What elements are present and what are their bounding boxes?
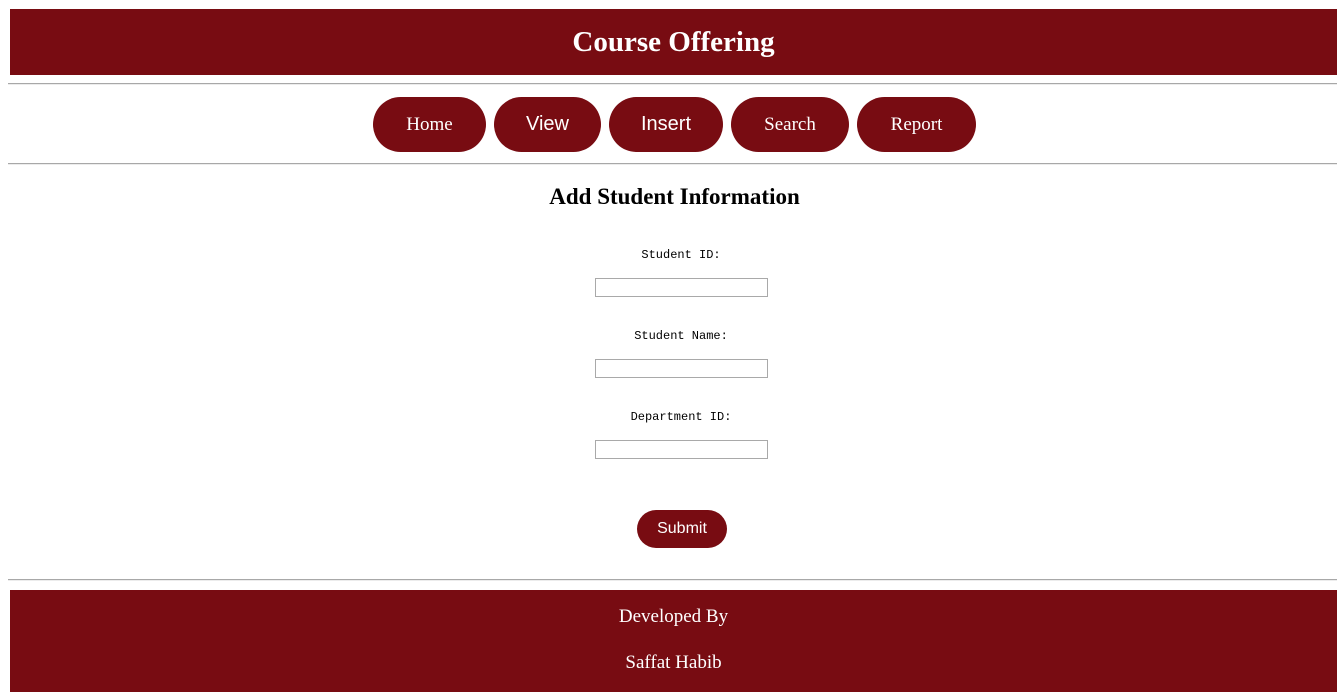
nav-report-button[interactable]: Report bbox=[857, 97, 976, 152]
nav-report-label: Report bbox=[890, 113, 943, 135]
department-id-label: Department ID: bbox=[630, 410, 732, 424]
footer-developed-by: Developed By bbox=[618, 606, 729, 627]
main-nav: Home View Insert Search Report bbox=[0, 97, 1337, 153]
nav-home-label: Home bbox=[406, 113, 453, 135]
nav-view-button[interactable]: View bbox=[494, 97, 601, 152]
nav-home-button[interactable]: Home bbox=[373, 97, 486, 152]
submit-button[interactable]: Submit bbox=[637, 510, 727, 548]
nav-search-label: Search bbox=[764, 113, 816, 135]
site-title: Course Offering bbox=[572, 25, 775, 58]
divider-footer bbox=[8, 579, 1337, 581]
form-title: Add Student Information bbox=[549, 184, 800, 209]
header-banner: Course Offering bbox=[10, 9, 1337, 75]
footer-banner: Developed By Saffat Habib bbox=[10, 590, 1337, 692]
department-id-input[interactable] bbox=[595, 440, 768, 459]
nav-search-button[interactable]: Search bbox=[731, 97, 849, 152]
student-id-input[interactable] bbox=[595, 278, 768, 297]
nav-view-label: View bbox=[526, 113, 569, 135]
student-id-label: Student ID: bbox=[641, 248, 721, 262]
nav-insert-label: Insert bbox=[640, 113, 692, 135]
student-name-label: Student Name: bbox=[634, 329, 728, 343]
divider-top bbox=[8, 83, 1337, 85]
student-name-input[interactable] bbox=[595, 359, 768, 378]
divider-nav bbox=[8, 163, 1337, 165]
nav-insert-button[interactable]: Insert bbox=[609, 97, 723, 152]
footer-developer-name: Saffat Habib bbox=[625, 652, 722, 673]
